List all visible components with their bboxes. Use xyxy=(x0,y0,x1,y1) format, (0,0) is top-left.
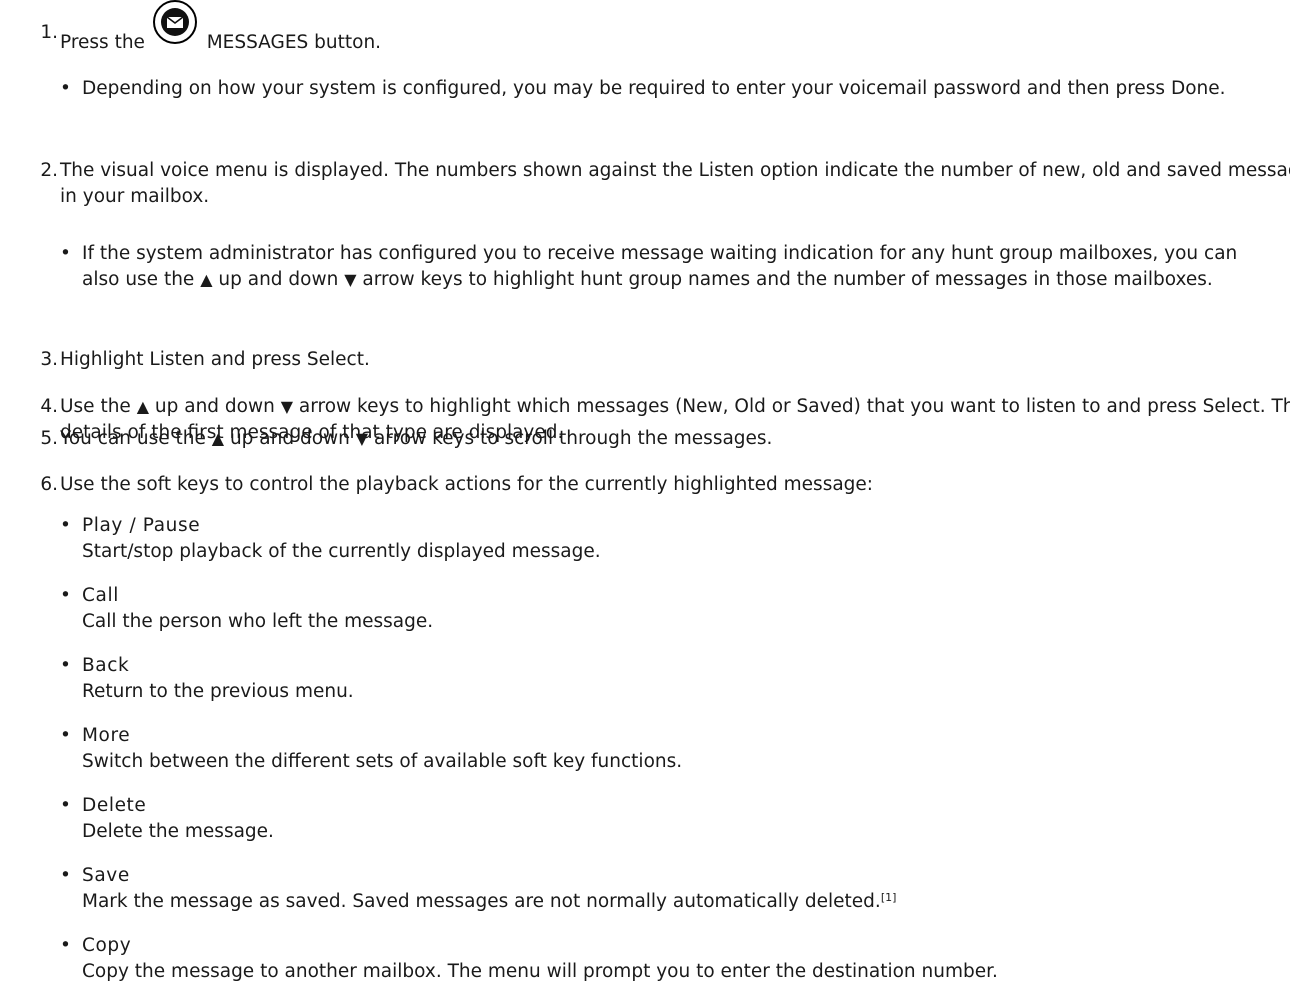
softkey-description: Switch between the different sets of ava… xyxy=(82,751,683,772)
down-arrow-icon: ▼ xyxy=(355,429,369,448)
softkey-description: Return to the previous menu. xyxy=(82,681,354,702)
step-3: 3. Highlight Listen and press Select. xyxy=(8,347,1290,373)
down-arrow-icon: ▼ xyxy=(344,270,357,289)
step-2: 2. The visual voice menu is displayed. T… xyxy=(8,158,1290,210)
bullet: • xyxy=(60,725,71,746)
step-number: 6. xyxy=(40,474,58,495)
bullet: • xyxy=(60,243,71,264)
step-text: The visual voice menu is displayed. The … xyxy=(60,160,1290,207)
bullet: • xyxy=(60,655,71,676)
softkey-description: Copy the message to another mailbox. The… xyxy=(82,961,998,982)
step-number: 5. xyxy=(40,428,58,449)
bullet: • xyxy=(60,585,71,606)
list-item: • More Switch between the different sets… xyxy=(8,723,1278,793)
softkey-description: Mark the message as saved. Saved message… xyxy=(82,889,1278,915)
list-item: • If the system administrator has config… xyxy=(8,241,1278,293)
softkey-name: Play / Pause xyxy=(82,515,201,536)
softkey-name: Back xyxy=(82,655,130,676)
step-text-c: arrow keys to scroll through the message… xyxy=(368,428,773,449)
step-number: 2. xyxy=(40,160,58,181)
envelope-icon xyxy=(152,0,197,44)
list-item: • Play / Pause Start/stop playback of th… xyxy=(8,513,1278,583)
bullet: • xyxy=(60,78,71,99)
step-text: Use the soft keys to control the playbac… xyxy=(60,474,874,495)
step-text-a: You can use the xyxy=(60,428,212,449)
step-number: 1. xyxy=(40,22,58,43)
list-item: • Copy Copy the message to another mailb… xyxy=(8,933,1278,1003)
bullet: • xyxy=(60,935,71,956)
bullet: • xyxy=(60,795,71,816)
footnote-link[interactable]: [1] xyxy=(881,891,897,904)
softkey-name: Delete xyxy=(82,795,147,816)
softkey-name: Copy xyxy=(82,935,132,956)
softkey-name: Call xyxy=(82,585,119,606)
list-item: • Depending on how your system is config… xyxy=(8,76,1278,102)
softkey-description: Call the person who left the message. xyxy=(82,611,434,632)
list-item: • Save Mark the message as saved. Saved … xyxy=(8,863,1278,933)
softkey-description: Start/stop playback of the currently dis… xyxy=(82,541,601,562)
step-text-a: Use the xyxy=(60,396,137,417)
note-text-c: arrow keys to highlight hunt group names… xyxy=(356,269,1213,290)
step-text: Highlight Listen and press Select. xyxy=(60,349,370,370)
step-1: 1. Press the MESSAGES button. xyxy=(8,0,1290,56)
step-text: MESSAGES button. xyxy=(206,32,382,53)
bullet: • xyxy=(60,865,71,886)
step-number: 3. xyxy=(40,349,58,370)
list-item: • Call Call the person who left the mess… xyxy=(8,583,1278,653)
step-number: 4. xyxy=(40,396,58,417)
list-item: • Delete Delete the message. xyxy=(8,793,1278,863)
note-text-b: up and down xyxy=(212,269,345,290)
step-6: 6. Use the soft keys to control the play… xyxy=(8,472,1290,498)
softkey-list: • Play / Pause Start/stop playback of th… xyxy=(8,513,1278,1003)
step-text-b: up and down xyxy=(224,428,356,449)
up-arrow-icon: ▲ xyxy=(200,270,213,289)
softkey-name: More xyxy=(82,725,131,746)
step-2-notes: • If the system administrator has config… xyxy=(8,241,1278,293)
softkey-description: Delete the message. xyxy=(82,821,274,842)
softkey-description-text: Mark the message as saved. Saved message… xyxy=(82,891,881,912)
step-text-b: up and down xyxy=(149,396,281,417)
up-arrow-icon: ▲ xyxy=(211,429,225,448)
step-1-notes: • Depending on how your system is config… xyxy=(8,76,1278,102)
step-5: 5. You can use the ▲ up and down ▼ arrow… xyxy=(8,426,1290,452)
bullet: • xyxy=(60,515,71,536)
list-item: • Back Return to the previous menu. xyxy=(8,653,1278,723)
note-text: Depending on how your system is configur… xyxy=(82,78,1226,99)
step-text: Press the xyxy=(60,32,151,53)
down-arrow-icon: ▼ xyxy=(280,397,294,416)
up-arrow-icon: ▲ xyxy=(136,397,149,416)
softkey-name: Save xyxy=(82,865,130,886)
